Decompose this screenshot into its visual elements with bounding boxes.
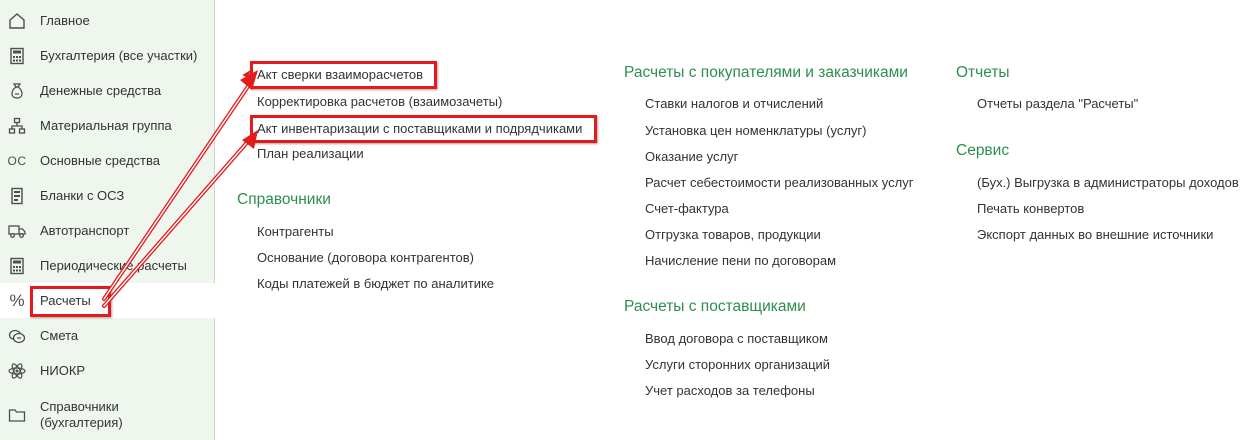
link-services[interactable]: Оказание услуг (645, 149, 738, 164)
arrowhead-reconciliation (240, 70, 258, 90)
sidebar-item-label: Главное (40, 12, 90, 28)
sidebar-item-label: Бухгалтерия (все участки) (40, 47, 198, 63)
link-phone-expenses[interactable]: Учет расходов за телефоны (645, 383, 815, 398)
sidebar-item-label: Периодические расчеты (40, 257, 187, 273)
calculator-icon (7, 256, 27, 276)
section-title-suppliers: Расчеты с поставщиками (624, 298, 806, 315)
sidebar-item-label: Бланки с ОСЗ (40, 187, 125, 203)
hierarchy-icon (7, 116, 27, 136)
sidebar-item-material[interactable]: Материальная группа (0, 108, 214, 143)
money-bag-icon (7, 81, 27, 101)
sidebar-item-label: Материальная группа (40, 117, 172, 133)
sidebar-item-vehicles[interactable]: Автотранспорт (0, 213, 214, 248)
sidebar-item-accounting[interactable]: Бухгалтерия (все участки) (0, 38, 214, 73)
link-supplier-contract[interactable]: Ввод договора с поставщиком (645, 331, 828, 346)
link-reconciliation-act[interactable]: Акт сверки взаиморасчетов (257, 67, 423, 82)
link-cost-calculation[interactable]: Расчет себестоимости реализованных услуг (645, 175, 913, 190)
coins-icon (7, 326, 27, 346)
sidebar-item-label: Расчеты (40, 292, 91, 308)
sidebar-item-periodic[interactable]: Периодические расчеты (0, 248, 214, 283)
sidebar-item-cash[interactable]: Денежные средства (0, 73, 214, 108)
link-budget-payment-codes[interactable]: Коды платежей в бюджет по аналитике (257, 276, 494, 291)
sidebar-item-estimate[interactable]: Смета (0, 318, 214, 353)
link-penalties[interactable]: Начисление пени по договорам (645, 253, 836, 268)
link-sales-plan[interactable]: План реализации (257, 146, 364, 161)
calculator-icon (7, 46, 27, 66)
link-settlement-adjustment[interactable]: Корректировка расчетов (взаимозачеты) (257, 94, 502, 109)
sidebar-item-blanks[interactable]: Бланки с ОСЗ (0, 178, 214, 213)
link-invoice[interactable]: Счет-фактура (645, 201, 729, 216)
percent-icon: % (9, 290, 25, 310)
section-title-reports: Отчеты (956, 64, 1010, 81)
document-icon (7, 186, 27, 206)
folder-icon (7, 405, 27, 425)
link-print-envelopes[interactable]: Печать конвертов (977, 201, 1084, 216)
link-third-party-services[interactable]: Услуги сторонних организаций (645, 357, 830, 372)
link-set-prices[interactable]: Установка цен номенклатуры (услуг) (645, 123, 866, 138)
link-section-reports[interactable]: Отчеты раздела "Расчеты" (977, 96, 1138, 111)
link-counterparties[interactable]: Контрагенты (257, 224, 334, 239)
sidebar: Главное Бухгалтерия (все участки) Денежн… (0, 0, 215, 440)
sidebar-item-niokr[interactable]: НИОКР (0, 353, 214, 388)
link-inventory-act[interactable]: Акт инвентаризации с поставщиками и подр… (257, 121, 582, 136)
home-icon (7, 11, 27, 31)
sidebar-item-main[interactable]: Главное (0, 3, 214, 38)
link-tax-rates[interactable]: Ставки налогов и отчислений (645, 96, 823, 111)
sidebar-item-label: Основные средства (40, 152, 160, 168)
link-export-admins[interactable]: (Бух.) Выгрузка в администраторы доходов (977, 175, 1239, 190)
section-title-reference: Справочники (237, 191, 331, 208)
sidebar-item-label: НИОКР (40, 362, 86, 378)
section-title-service: Сервис (956, 142, 1010, 159)
sidebar-item-label: Справочники (бухгалтерия) (40, 399, 123, 430)
truck-icon (7, 221, 27, 241)
sidebar-item-settlements[interactable]: % Расчеты (0, 283, 215, 318)
sidebar-item-label: Автотранспорт (40, 222, 130, 238)
sidebar-item-label: Денежные средства (40, 82, 162, 98)
sidebar-item-label: Смета (40, 327, 79, 343)
sidebar-item-reference-books[interactable]: Справочники (бухгалтерия) (0, 395, 214, 435)
link-contract-basis[interactable]: Основание (договора контрагентов) (257, 250, 474, 265)
link-shipment[interactable]: Отгрузка товаров, продукции (645, 227, 821, 242)
atom-icon (7, 361, 27, 381)
section-title-customers: Расчеты с покупателями и заказчиками (624, 64, 908, 81)
arrowhead-inventory (242, 130, 258, 149)
oc-icon: ОС (7, 153, 27, 168)
sidebar-item-fixed-assets[interactable]: ОС Основные средства (0, 143, 214, 178)
link-export-external[interactable]: Экспорт данных во внешние источники (977, 227, 1213, 242)
